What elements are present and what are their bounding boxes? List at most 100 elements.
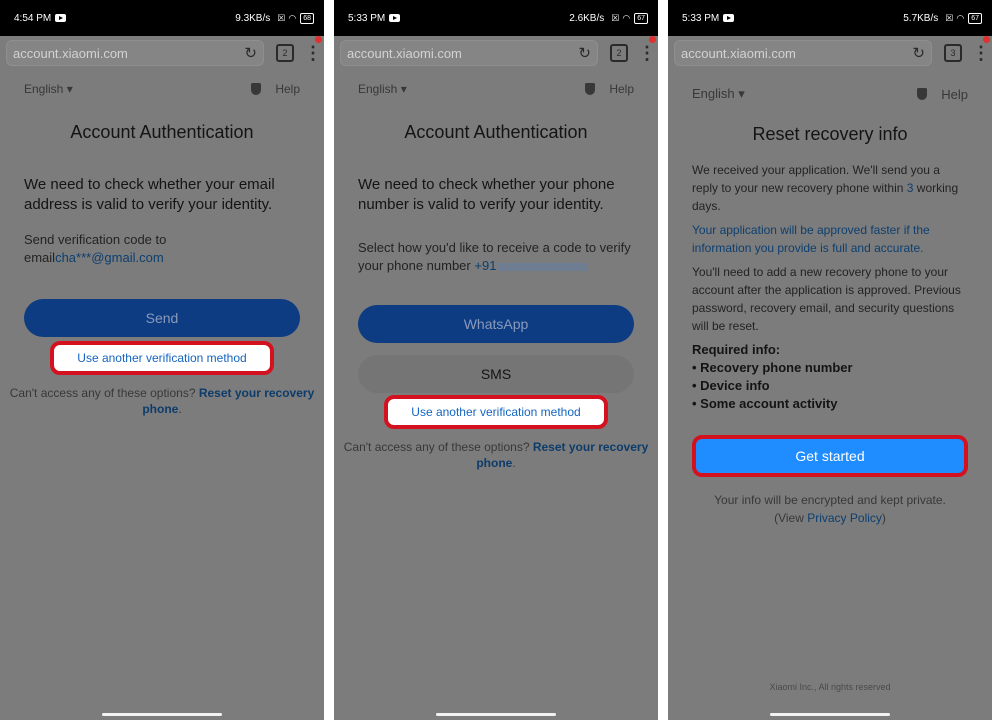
- wifi-icon: ◠: [622, 12, 631, 23]
- next-steps-text: You'll need to add a new recovery phone …: [692, 265, 961, 333]
- privacy-text: Your info will be encrypted and kept pri…: [668, 491, 992, 527]
- help-link[interactable]: Help: [585, 82, 634, 96]
- sim-icon: ☒: [945, 12, 954, 23]
- wifi-icon: ◠: [956, 12, 965, 23]
- battery-icon: 68: [300, 12, 314, 24]
- sim-icon: ☒: [611, 12, 620, 23]
- status-time: 5:33 PM: [682, 12, 720, 24]
- cant-access-text: Can't access any of these options? Reset…: [334, 439, 658, 471]
- more-vert-icon: ⋮: [638, 43, 656, 63]
- status-bar: 4:54 PM 9.3KB/s ☒ ◠ 68: [0, 0, 324, 36]
- more-vert-icon: ⋮: [304, 43, 322, 63]
- shield-icon: [917, 88, 928, 100]
- another-method-button[interactable]: Use another verification method: [50, 341, 274, 375]
- reset-end: .: [512, 456, 516, 470]
- sim-icon: ☒: [277, 12, 286, 23]
- cant-access-label: Can't access any of these options?: [343, 440, 530, 454]
- reset-end: .: [178, 402, 182, 416]
- screen-reset-recovery: 5:33 PM 5.7KB/s ☒ ◠ 67 account.xiaomi.co…: [668, 0, 992, 720]
- list-item: Some account activity: [692, 395, 968, 413]
- home-indicator[interactable]: [770, 713, 890, 716]
- address-bar[interactable]: account.xiaomi.com ↻: [6, 40, 264, 66]
- help-label: Help: [941, 86, 968, 102]
- status-time: 5:33 PM: [348, 12, 386, 24]
- network-speed: 5.7KB/s: [903, 12, 939, 24]
- url-text: account.xiaomi.com: [681, 45, 796, 61]
- tab-switcher-icon[interactable]: 2: [276, 44, 294, 62]
- reload-icon[interactable]: ↻: [912, 44, 925, 62]
- language-label: English: [24, 82, 64, 96]
- page-title: Account Authentication: [70, 122, 254, 142]
- auth-message: We need to check whether your email addr…: [24, 176, 275, 213]
- status-bar: 5:33 PM 2.6KB/s ☒ ◠ 67: [334, 0, 658, 36]
- home-indicator[interactable]: [102, 713, 222, 716]
- phone-prefix: +91: [474, 258, 497, 273]
- cant-access-label: Can't access any of these options?: [9, 386, 196, 400]
- application-received-text: We received your application. We'll send…: [668, 161, 992, 215]
- get-started-button[interactable]: Get started: [692, 435, 968, 477]
- help-link[interactable]: Help: [251, 82, 300, 96]
- reload-icon[interactable]: ↻: [578, 44, 591, 62]
- battery-icon: 67: [634, 12, 648, 24]
- menu-button[interactable]: ⋮: [304, 36, 322, 64]
- approval-tip-text: Your application will be approved faster…: [692, 223, 930, 255]
- required-info-list: Recovery phone number Device info Some a…: [668, 359, 992, 413]
- sms-button[interactable]: SMS: [358, 355, 634, 393]
- status-time: 4:54 PM: [14, 12, 52, 24]
- email-value: cha***@gmail.com: [55, 250, 164, 265]
- whatsapp-button[interactable]: WhatsApp: [358, 305, 634, 343]
- network-speed: 2.6KB/s: [569, 12, 605, 24]
- language-selector[interactable]: English ▾: [358, 82, 407, 96]
- language-selector[interactable]: English ▾: [692, 86, 745, 102]
- select-method-text: Select how you'd like to receive a code …: [334, 239, 658, 275]
- url-text: account.xiaomi.com: [347, 45, 462, 61]
- address-bar[interactable]: account.xiaomi.com ↻: [674, 40, 932, 66]
- notification-dot: [315, 36, 322, 43]
- privacy-policy-link[interactable]: Privacy Policy: [807, 511, 882, 525]
- network-speed: 9.3KB/s: [235, 12, 271, 24]
- privacy-close: ): [881, 511, 886, 525]
- screen-phone-auth: 5:33 PM 2.6KB/s ☒ ◠ 67 account.xiaomi.co…: [334, 0, 658, 720]
- reload-icon[interactable]: ↻: [244, 44, 257, 62]
- help-label: Help: [275, 82, 300, 96]
- p1-start: We received your application. We'll send…: [692, 163, 940, 195]
- another-method-button[interactable]: Use another verification method: [384, 395, 608, 429]
- menu-button[interactable]: ⋮: [972, 36, 990, 64]
- help-label: Help: [609, 82, 634, 96]
- shield-icon: [585, 83, 596, 95]
- notification-dot: [649, 36, 656, 43]
- menu-button[interactable]: ⋮: [638, 36, 656, 64]
- page-content: English ▾ Help Account Authentication We…: [334, 70, 658, 720]
- language-label: English: [358, 82, 398, 96]
- phone-redacted: [498, 262, 589, 271]
- list-item: Recovery phone number: [692, 359, 968, 377]
- address-bar[interactable]: account.xiaomi.com ↻: [340, 40, 598, 66]
- tab-switcher-icon[interactable]: 2: [610, 44, 628, 62]
- browser-toolbar: account.xiaomi.com ↻ 2 ⋮: [0, 36, 324, 70]
- browser-toolbar: account.xiaomi.com ↻ 2 ⋮: [334, 36, 658, 70]
- notification-dot: [983, 36, 990, 43]
- page-title: Account Authentication: [404, 122, 588, 142]
- send-button[interactable]: Send: [24, 299, 300, 337]
- battery-icon: 67: [968, 12, 982, 24]
- youtube-icon: [723, 14, 735, 22]
- tab-switcher-icon[interactable]: 3: [944, 44, 962, 62]
- help-link[interactable]: Help: [917, 86, 968, 102]
- screen-email-auth: 4:54 PM 9.3KB/s ☒ ◠ 68 account.xiaomi.co…: [0, 0, 324, 720]
- status-bar: 5:33 PM 5.7KB/s ☒ ◠ 67: [668, 0, 992, 36]
- url-text: account.xiaomi.com: [13, 45, 128, 61]
- browser-toolbar: account.xiaomi.com ↻ 3 ⋮: [668, 36, 992, 70]
- youtube-icon: [389, 14, 401, 22]
- language-selector[interactable]: English ▾: [24, 82, 73, 96]
- page-content: English ▾ Help Reset recovery info We re…: [668, 70, 992, 720]
- cant-access-text: Can't access any of these options? Reset…: [0, 385, 324, 417]
- home-indicator[interactable]: [436, 713, 556, 716]
- list-item: Device info: [692, 377, 968, 395]
- wifi-icon: ◠: [288, 12, 297, 23]
- page-content: English ▾ Help Account Authentication We…: [0, 70, 324, 720]
- copyright-text: Xiaomi Inc., All rights reserved: [769, 682, 891, 692]
- youtube-icon: [55, 14, 67, 22]
- required-info-title: Required info:: [692, 342, 781, 357]
- language-label: English: [692, 86, 735, 101]
- send-to-label: Send verification code to: [24, 232, 167, 247]
